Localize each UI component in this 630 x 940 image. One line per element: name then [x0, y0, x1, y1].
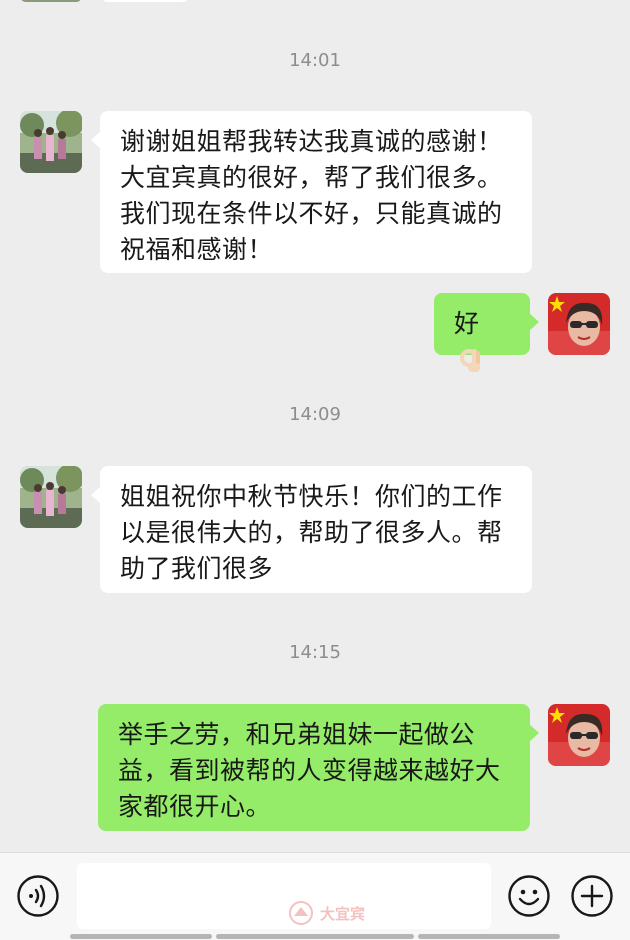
- partial-bubble-top: [100, 0, 190, 2]
- emoji-icon[interactable]: [507, 874, 551, 918]
- plus-icon[interactable]: [570, 874, 614, 918]
- timestamp: 14:09: [289, 404, 341, 425]
- voice-icon[interactable]: [16, 874, 60, 918]
- input-bar: [0, 852, 630, 940]
- message-bubble-incoming[interactable]: 姐姐祝你中秋节快乐！你们的工作 以是很伟大的，帮助了很多人。帮 助了我们很多: [91, 466, 532, 593]
- my-avatar[interactable]: [548, 293, 610, 355]
- watermark-text: 大宜宾: [320, 904, 366, 923]
- contact-avatar[interactable]: [20, 111, 82, 173]
- contact-avatar[interactable]: [20, 466, 82, 528]
- message-bubble-incoming[interactable]: 谢谢姐姐帮我转达我真诚的感谢！ 大宜宾真的很好，帮了我们很多。 我们现在条件以不…: [91, 111, 532, 273]
- home-indicator: [418, 934, 560, 939]
- home-indicator: [216, 934, 414, 939]
- ok-hand-emoji-icon: [460, 349, 480, 372]
- message-bubble-outgoing[interactable]: 好: [434, 293, 539, 372]
- watermark-logo-icon: [289, 901, 313, 925]
- partial-avatar-top: [20, 0, 82, 2]
- watermark: 大宜宾: [288, 900, 365, 926]
- timestamp: 14:01: [289, 50, 341, 71]
- message-bubble-outgoing[interactable]: 举手之劳，和兄弟姐妹一起做公 益，看到被帮的人变得越来越好大 家都很开心。: [98, 704, 539, 831]
- message-input[interactable]: [77, 863, 491, 929]
- my-avatar[interactable]: [548, 704, 610, 766]
- timestamp: 14:15: [289, 642, 341, 663]
- message-text: 好: [454, 309, 480, 338]
- home-indicator: [70, 934, 212, 939]
- chat-area[interactable]: 14:01 谢谢姐姐帮我转达我真诚的感谢！ 大宜宾真的很好，帮了我们很多。 我们…: [0, 0, 630, 852]
